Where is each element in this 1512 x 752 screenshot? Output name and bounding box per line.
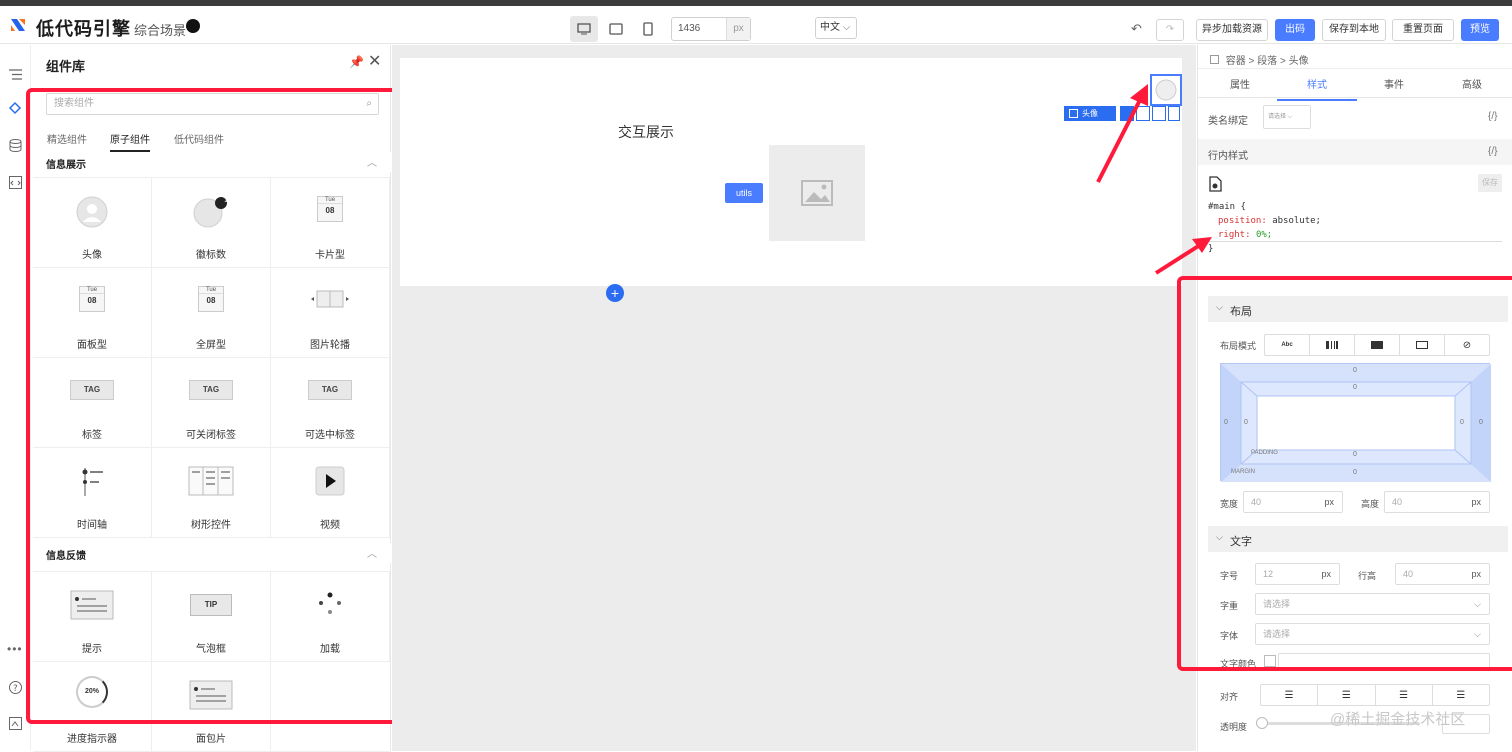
reset-page-button[interactable]: 重置页面 <box>1392 19 1454 41</box>
desktop-icon <box>577 23 591 35</box>
selection-toolbar: 头像 <box>1064 106 1180 122</box>
delete-icon[interactable] <box>1168 106 1180 121</box>
component-icon <box>1069 109 1078 118</box>
inline-style-code-editor[interactable]: #main { position: absolute; right: 0%; } <box>1208 200 1321 256</box>
component-label: 进度指示器 <box>67 734 117 745</box>
save-style-button[interactable]: 保存 <box>1478 174 1502 192</box>
preview-button[interactable]: 预览 <box>1461 19 1499 41</box>
language-select[interactable]: 中文 ⌵ <box>815 17 857 39</box>
align-right-icon[interactable]: ☰ <box>1376 685 1433 705</box>
async-load-button[interactable]: 异步加载资源 <box>1196 19 1268 41</box>
phone-icon <box>643 22 653 36</box>
avatar-icon <box>1155 79 1177 101</box>
code-toggle-icon[interactable]: {/} <box>1488 111 1497 122</box>
github-icon[interactable] <box>186 19 200 33</box>
text-align-label: 对齐 <box>1220 692 1239 702</box>
class-binding-value: 请选择 <box>1268 114 1287 120</box>
code-value: absolute; <box>1272 216 1321 226</box>
top-toolbar: 低代码引擎 综合场景 1436 px 中文 ⌵ ↶ ↷ 异步加载资源 出码 保存… <box>0 6 1512 44</box>
class-binding-label: 类名绑定 <box>1208 116 1248 127</box>
move-handle-icon[interactable] <box>1120 106 1134 121</box>
code-editor-bottom-border <box>1208 241 1502 242</box>
save-local-button[interactable]: 保存到本地 <box>1322 19 1386 41</box>
code-line: #main { <box>1208 202 1246 212</box>
canvas-heading[interactable]: 交互展示 <box>618 122 674 142</box>
more-icon[interactable]: ••• <box>7 642 23 656</box>
selected-avatar-outline[interactable] <box>1150 74 1182 106</box>
breadcrumb: 容器 > 段落 > 头像 <box>1210 52 1309 67</box>
selection-label[interactable]: 头像 <box>1064 106 1116 121</box>
divider <box>1198 97 1512 98</box>
breadcrumb-item[interactable]: 容器 <box>1226 56 1246 67</box>
outline-tree-icon[interactable] <box>8 67 23 82</box>
tablet-device-button[interactable] <box>602 16 630 42</box>
tab-advanced[interactable]: 高级 <box>1432 76 1512 91</box>
divider <box>1198 68 1512 69</box>
schema-icon[interactable] <box>8 716 23 731</box>
language-value: 中文 <box>820 22 840 33</box>
breadcrumb-item[interactable]: 头像 <box>1289 56 1309 67</box>
breadcrumb-item[interactable]: 段落 <box>1257 56 1277 67</box>
image-icon <box>801 180 833 206</box>
datasource-icon[interactable] <box>8 138 23 153</box>
watermark: @稀土掘金技术社区 <box>1330 711 1466 728</box>
opacity-label: 透明度 <box>1220 722 1248 732</box>
copy-icon[interactable] <box>1152 106 1166 121</box>
select-parent-icon[interactable] <box>1136 106 1150 121</box>
align-left-icon[interactable]: ☰ <box>1261 685 1319 705</box>
inline-style-header: 行内样式 {/} <box>1198 139 1512 165</box>
tablet-icon <box>609 23 623 35</box>
canvas-width-value: 1436 <box>678 23 701 34</box>
container-icon <box>1210 55 1219 64</box>
code-editor-icon[interactable] <box>8 175 23 190</box>
align-center-icon[interactable]: ☰ <box>1318 685 1376 705</box>
svg-text:?: ? <box>13 684 18 694</box>
logo-icon <box>11 19 25 31</box>
inline-style-label: 行内样式 <box>1208 151 1248 162</box>
component-label: 面包片 <box>196 734 226 745</box>
tab-props[interactable]: 属性 <box>1200 76 1280 91</box>
code-prop: position: <box>1218 216 1267 226</box>
close-icon[interactable]: ✕ <box>368 51 381 71</box>
code-prop: right: <box>1218 230 1251 240</box>
pin-icon[interactable]: 📌 <box>349 55 364 69</box>
redo-icon: ↷ <box>1165 24 1175 35</box>
logo-title: 低代码引擎 <box>36 19 131 39</box>
redo-button[interactable]: ↷ <box>1156 19 1184 41</box>
undo-icon[interactable]: ↶ <box>1131 21 1142 37</box>
component-library-icon[interactable] <box>8 100 23 115</box>
class-binding-select[interactable]: 请选择 ⌵ <box>1263 105 1311 129</box>
code-line: } <box>1208 244 1214 254</box>
annotation-highlight-components <box>26 88 403 724</box>
image-placeholder[interactable] <box>769 145 865 241</box>
tab-events[interactable]: 事件 <box>1354 76 1434 91</box>
code-value: 0%; <box>1255 230 1273 240</box>
phone-device-button[interactable] <box>634 16 662 42</box>
panel-title: 组件库 <box>46 59 86 74</box>
utils-button[interactable]: utils <box>725 183 763 203</box>
export-code-button[interactable]: 出码 <box>1275 19 1315 41</box>
canvas-width-unit: px <box>726 18 750 40</box>
opacity-slider-handle[interactable] <box>1256 717 1268 729</box>
align-justify-icon[interactable]: ☰ <box>1433 685 1489 705</box>
desktop-device-button[interactable] <box>570 16 598 42</box>
scene-name: 综合场景 <box>134 23 187 38</box>
chevron-down-icon: ⌵ <box>842 22 851 33</box>
code-toggle-icon[interactable]: {/} <box>1488 146 1497 157</box>
add-block-button[interactable]: + <box>606 284 624 302</box>
help-icon[interactable]: ? <box>8 680 23 695</box>
selection-label-text: 头像 <box>1082 109 1098 118</box>
annotation-highlight-style-settings <box>1177 276 1512 671</box>
canvas-width-input[interactable]: 1436 px <box>671 17 751 41</box>
css-file-icon <box>1209 176 1222 192</box>
text-align-segmented: ☰ ☰ ☰ ☰ <box>1260 684 1490 706</box>
